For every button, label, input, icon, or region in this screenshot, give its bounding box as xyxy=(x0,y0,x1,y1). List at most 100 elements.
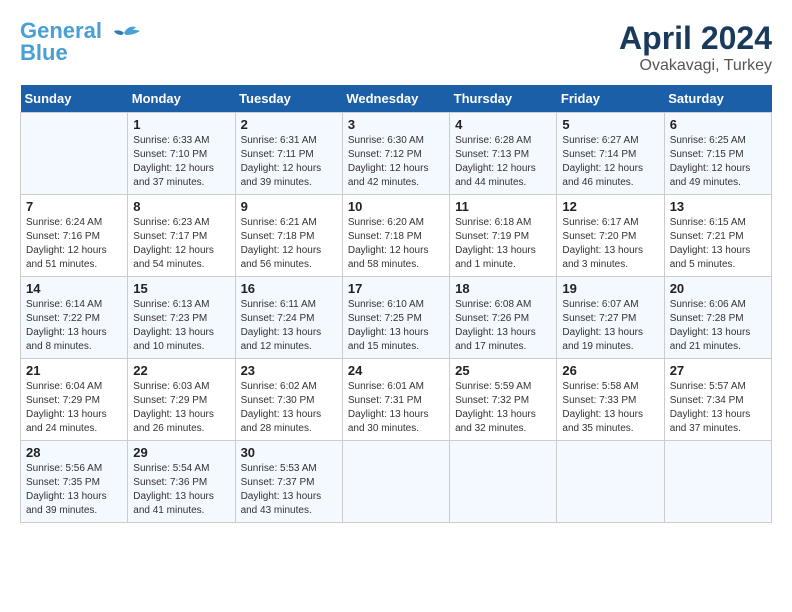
day-info: Sunrise: 6:14 AM Sunset: 7:22 PM Dayligh… xyxy=(26,298,122,354)
calendar-cell: 30 Sunrise: 5:53 AM Sunset: 7:37 PM Dayli… xyxy=(235,441,342,523)
location: Ovakavagi, Turkey xyxy=(619,57,772,75)
day-number: 19 xyxy=(562,281,658,296)
day-number: 3 xyxy=(348,117,444,132)
calendar-cell: 7 Sunrise: 6:24 AM Sunset: 7:16 PM Daylig… xyxy=(21,195,128,277)
day-info: Sunrise: 6:11 AM Sunset: 7:24 PM Dayligh… xyxy=(241,298,337,354)
day-number: 9 xyxy=(241,199,337,214)
calendar-cell: 3 Sunrise: 6:30 AM Sunset: 7:12 PM Daylig… xyxy=(342,113,449,195)
calendar-week-row: 7 Sunrise: 6:24 AM Sunset: 7:16 PM Daylig… xyxy=(21,195,772,277)
title-block: April 2024 Ovakavagi, Turkey xyxy=(619,20,772,75)
weekday-header: Friday xyxy=(557,85,664,113)
calendar-cell: 21 Sunrise: 6:04 AM Sunset: 7:29 PM Dayli… xyxy=(21,359,128,441)
calendar-table: SundayMondayTuesdayWednesdayThursdayFrid… xyxy=(20,85,772,523)
day-number: 12 xyxy=(562,199,658,214)
calendar-cell: 8 Sunrise: 6:23 AM Sunset: 7:17 PM Daylig… xyxy=(128,195,235,277)
day-number: 1 xyxy=(133,117,229,132)
day-info: Sunrise: 6:07 AM Sunset: 7:27 PM Dayligh… xyxy=(562,298,658,354)
calendar-cell: 16 Sunrise: 6:11 AM Sunset: 7:24 PM Dayli… xyxy=(235,277,342,359)
day-info: Sunrise: 6:02 AM Sunset: 7:30 PM Dayligh… xyxy=(241,380,337,436)
day-number: 29 xyxy=(133,445,229,460)
day-info: Sunrise: 6:18 AM Sunset: 7:19 PM Dayligh… xyxy=(455,216,551,272)
calendar-cell: 24 Sunrise: 6:01 AM Sunset: 7:31 PM Dayli… xyxy=(342,359,449,441)
calendar-cell: 25Sunrise: 5:59 AM Sunset: 7:32 PM Dayli… xyxy=(450,359,557,441)
calendar-cell: 10 Sunrise: 6:20 AM Sunset: 7:18 PM Dayli… xyxy=(342,195,449,277)
day-number: 24 xyxy=(348,363,444,378)
day-info: Sunrise: 6:13 AM Sunset: 7:23 PM Dayligh… xyxy=(133,298,229,354)
day-info: Sunrise: 6:17 AM Sunset: 7:20 PM Dayligh… xyxy=(562,216,658,272)
day-info: Sunrise: 6:27 AM Sunset: 7:14 PM Dayligh… xyxy=(562,134,658,190)
day-number: 11 xyxy=(455,199,551,214)
day-info: Sunrise: 5:54 AM Sunset: 7:36 PM Dayligh… xyxy=(133,462,229,518)
day-info: Sunrise: 6:24 AM Sunset: 7:16 PM Dayligh… xyxy=(26,216,122,272)
weekday-header: Sunday xyxy=(21,85,128,113)
day-info: Sunrise: 6:03 AM Sunset: 7:29 PM Dayligh… xyxy=(133,380,229,436)
day-info: Sunrise: 6:20 AM Sunset: 7:18 PM Dayligh… xyxy=(348,216,444,272)
day-number: 30 xyxy=(241,445,337,460)
calendar-cell: 9 Sunrise: 6:21 AM Sunset: 7:18 PM Daylig… xyxy=(235,195,342,277)
day-number: 25 xyxy=(455,363,551,378)
day-info: Sunrise: 6:33 AM Sunset: 7:10 PM Dayligh… xyxy=(133,134,229,190)
calendar-cell xyxy=(21,113,128,195)
day-number: 23 xyxy=(241,363,337,378)
calendar-cell: 2Sunrise: 6:31 AM Sunset: 7:11 PM Daylig… xyxy=(235,113,342,195)
day-info: Sunrise: 6:23 AM Sunset: 7:17 PM Dayligh… xyxy=(133,216,229,272)
page-header: GeneralBlue April 2024 Ovakavagi, Turkey xyxy=(20,20,772,75)
calendar-cell: 15Sunrise: 6:13 AM Sunset: 7:23 PM Dayli… xyxy=(128,277,235,359)
day-number: 13 xyxy=(670,199,766,214)
month-title: April 2024 xyxy=(619,20,772,57)
day-number: 16 xyxy=(241,281,337,296)
day-info: Sunrise: 6:01 AM Sunset: 7:31 PM Dayligh… xyxy=(348,380,444,436)
calendar-cell: 4Sunrise: 6:28 AM Sunset: 7:13 PM Daylig… xyxy=(450,113,557,195)
day-info: Sunrise: 5:57 AM Sunset: 7:34 PM Dayligh… xyxy=(670,380,766,436)
weekday-header: Monday xyxy=(128,85,235,113)
calendar-cell: 1 Sunrise: 6:33 AM Sunset: 7:10 PM Daylig… xyxy=(128,113,235,195)
weekday-header: Saturday xyxy=(664,85,771,113)
day-info: Sunrise: 6:30 AM Sunset: 7:12 PM Dayligh… xyxy=(348,134,444,190)
day-info: Sunrise: 6:21 AM Sunset: 7:18 PM Dayligh… xyxy=(241,216,337,272)
day-number: 7 xyxy=(26,199,122,214)
day-info: Sunrise: 6:06 AM Sunset: 7:28 PM Dayligh… xyxy=(670,298,766,354)
logo-bird-icon xyxy=(106,23,142,51)
calendar-week-row: 14 Sunrise: 6:14 AM Sunset: 7:22 PM Dayli… xyxy=(21,277,772,359)
day-number: 21 xyxy=(26,363,122,378)
calendar-cell: 27 Sunrise: 5:57 AM Sunset: 7:34 PM Dayli… xyxy=(664,359,771,441)
weekday-header: Tuesday xyxy=(235,85,342,113)
calendar-cell: 19 Sunrise: 6:07 AM Sunset: 7:27 PM Dayli… xyxy=(557,277,664,359)
day-number: 27 xyxy=(670,363,766,378)
calendar-cell: 23 Sunrise: 6:02 AM Sunset: 7:30 PM Dayli… xyxy=(235,359,342,441)
calendar-cell: 26 Sunrise: 5:58 AM Sunset: 7:33 PM Dayli… xyxy=(557,359,664,441)
day-number: 17 xyxy=(348,281,444,296)
calendar-cell: 11 Sunrise: 6:18 AM Sunset: 7:19 PM Dayli… xyxy=(450,195,557,277)
calendar-cell: 22 Sunrise: 6:03 AM Sunset: 7:29 PM Dayli… xyxy=(128,359,235,441)
day-info: Sunrise: 5:56 AM Sunset: 7:35 PM Dayligh… xyxy=(26,462,122,518)
calendar-week-row: 21 Sunrise: 6:04 AM Sunset: 7:29 PM Dayli… xyxy=(21,359,772,441)
calendar-cell: 18 Sunrise: 6:08 AM Sunset: 7:26 PM Dayli… xyxy=(450,277,557,359)
day-number: 6 xyxy=(670,117,766,132)
day-number: 8 xyxy=(133,199,229,214)
calendar-cell xyxy=(557,441,664,523)
day-info: Sunrise: 6:25 AM Sunset: 7:15 PM Dayligh… xyxy=(670,134,766,190)
calendar-cell: 5 Sunrise: 6:27 AM Sunset: 7:14 PM Daylig… xyxy=(557,113,664,195)
day-info: Sunrise: 6:15 AM Sunset: 7:21 PM Dayligh… xyxy=(670,216,766,272)
calendar-cell: 29 Sunrise: 5:54 AM Sunset: 7:36 PM Dayli… xyxy=(128,441,235,523)
day-info: Sunrise: 5:53 AM Sunset: 7:37 PM Dayligh… xyxy=(241,462,337,518)
calendar-cell: 14 Sunrise: 6:14 AM Sunset: 7:22 PM Dayli… xyxy=(21,277,128,359)
calendar-cell: 20Sunrise: 6:06 AM Sunset: 7:28 PM Dayli… xyxy=(664,277,771,359)
day-number: 18 xyxy=(455,281,551,296)
day-number: 22 xyxy=(133,363,229,378)
logo: GeneralBlue xyxy=(20,20,142,64)
calendar-cell xyxy=(342,441,449,523)
day-number: 10 xyxy=(348,199,444,214)
day-info: Sunrise: 6:04 AM Sunset: 7:29 PM Dayligh… xyxy=(26,380,122,436)
day-number: 26 xyxy=(562,363,658,378)
day-number: 28 xyxy=(26,445,122,460)
day-info: Sunrise: 5:58 AM Sunset: 7:33 PM Dayligh… xyxy=(562,380,658,436)
day-number: 2 xyxy=(241,117,337,132)
calendar-cell: 12 Sunrise: 6:17 AM Sunset: 7:20 PM Dayli… xyxy=(557,195,664,277)
logo-text: GeneralBlue xyxy=(20,20,102,64)
day-number: 5 xyxy=(562,117,658,132)
calendar-week-row: 28 Sunrise: 5:56 AM Sunset: 7:35 PM Dayli… xyxy=(21,441,772,523)
day-info: Sunrise: 6:08 AM Sunset: 7:26 PM Dayligh… xyxy=(455,298,551,354)
calendar-cell: 17Sunrise: 6:10 AM Sunset: 7:25 PM Dayli… xyxy=(342,277,449,359)
day-number: 14 xyxy=(26,281,122,296)
